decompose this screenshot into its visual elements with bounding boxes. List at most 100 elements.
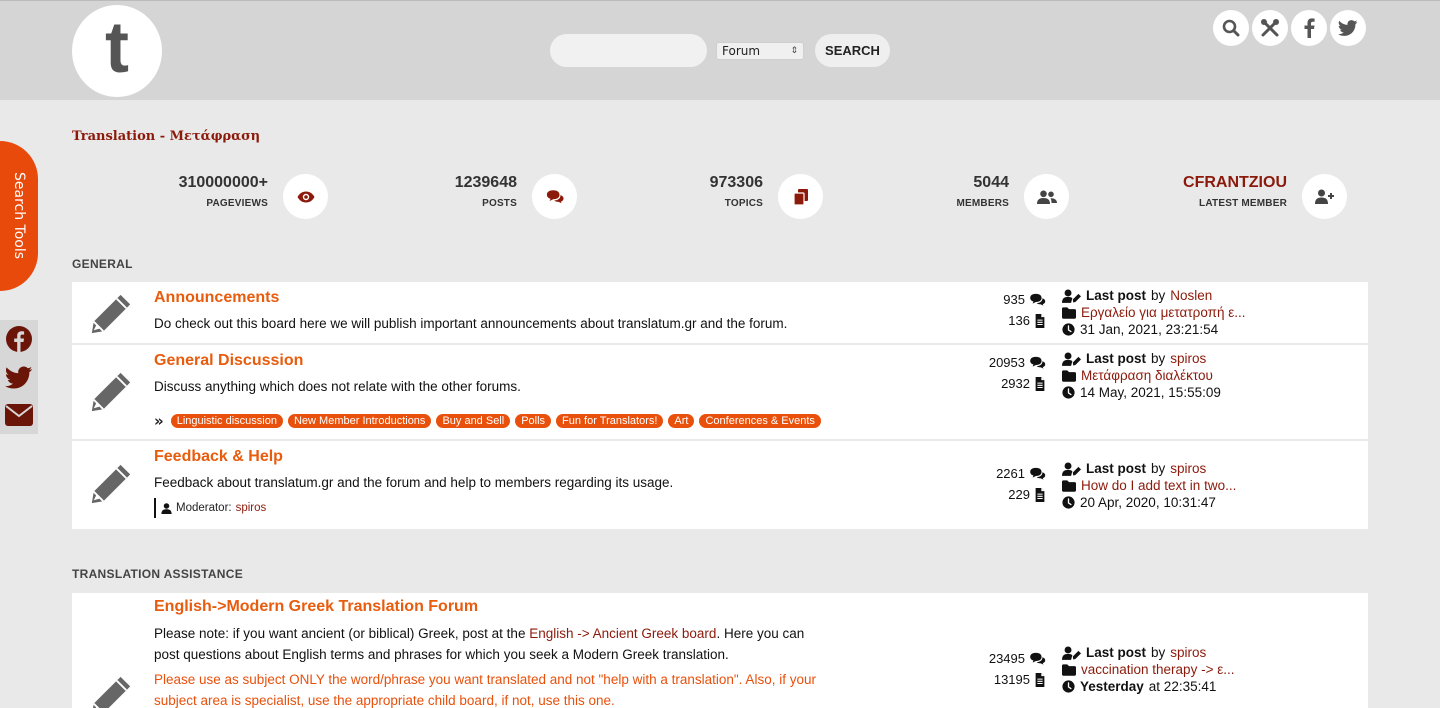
stat-members: 5044 MEMBERS (956, 174, 1069, 219)
ancient-greek-board-link[interactable]: English -> Ancient Greek board (529, 626, 716, 641)
forum-counts: 20953 2932 (972, 355, 1046, 395)
user-edit-icon (1062, 352, 1081, 366)
side-facebook-icon[interactable] (0, 320, 38, 358)
last-post-timestamp: 20 Apr, 2020, 10:31:47 (1080, 495, 1216, 510)
subforum-chip[interactable]: Linguistic discussion (170, 414, 283, 428)
moderator-user[interactable]: spiros (236, 502, 267, 514)
subforum-chip[interactable]: Buy and Sell (436, 414, 511, 428)
moderator-label: Moderator: (176, 502, 232, 514)
last-post-topic-link[interactable]: How do I add text in two... (1081, 478, 1236, 493)
posts-count: 23495 (989, 651, 1046, 666)
comments-icon (1029, 356, 1046, 369)
last-post-timestamp: 31 Jan, 2021, 23:21:54 (1080, 322, 1219, 337)
file-icon (1034, 488, 1046, 502)
subforum-chip[interactable]: Art (668, 414, 695, 428)
forum-row-english-modern-greek: English->Modern Greek Translation Forum … (72, 593, 1368, 708)
last-post-timestamp: 14 May, 2021, 15:55:09 (1080, 385, 1221, 400)
folder-icon (1062, 307, 1076, 319)
search-scope-select[interactable]: Forum ⇕ (716, 42, 804, 60)
users-icon (1024, 174, 1069, 219)
user-edit-icon (1062, 289, 1081, 303)
forum-notice-line-1: Please use as subject ONLY the word/phra… (154, 672, 816, 687)
stat-label: PAGEVIEWS (206, 198, 268, 209)
stat-label: LATEST MEMBER (1199, 198, 1287, 209)
forum-moderator: Moderator: spiros (154, 498, 266, 518)
forum-row-feedback-help: Feedback & Help Feedback about translatu… (72, 441, 1368, 529)
forum-title[interactable]: Announcements (154, 289, 279, 307)
clock-icon (1062, 496, 1075, 509)
clock-icon (1062, 680, 1075, 693)
last-post-user[interactable]: spiros (1170, 461, 1206, 476)
last-post-timestamp: at 22:35:41 (1148, 679, 1217, 694)
last-post-time: Yesterday at 22:35:41 (1062, 678, 1216, 695)
tools-icon[interactable] (1252, 10, 1288, 46)
stat-label: TOPICS (724, 198, 763, 209)
posts-count-value: 23495 (988, 651, 1025, 666)
copy-icon (778, 174, 823, 219)
twitter-icon[interactable] (1330, 10, 1366, 46)
last-post-topic: Μετάφραση διαλέκτου (1062, 367, 1213, 384)
side-twitter-icon[interactable] (0, 358, 38, 396)
subforum-chip[interactable]: Conferences & Events (699, 414, 821, 428)
side-envelope-icon[interactable] (0, 396, 38, 434)
forum-title[interactable]: English->Modern Greek Translation Forum (154, 598, 478, 616)
stat-value: 5044 (973, 174, 1009, 191)
forum-title[interactable]: Feedback & Help (154, 448, 283, 466)
last-post-user[interactable]: spiros (1170, 645, 1206, 660)
pencil-icon (88, 291, 134, 337)
last-post-by: Last post by spiros (1062, 644, 1206, 661)
last-post-topic-link[interactable]: vaccination therapy -> ε... (1081, 662, 1234, 677)
last-post-by: Last post by Noslen (1062, 287, 1212, 304)
topics-count: 13195 (994, 672, 1046, 687)
last-post-time: 20 Apr, 2020, 10:31:47 (1062, 494, 1216, 511)
last-post-topic-link[interactable]: Μετάφραση διαλέκτου (1081, 368, 1213, 383)
subforum-chip[interactable]: New Member Introductions (287, 414, 432, 428)
comments-icon (1029, 652, 1046, 665)
user-icon (161, 503, 172, 514)
posts-count-value: 935 (1003, 292, 1025, 307)
user-edit-icon (1062, 646, 1081, 660)
last-post-label: Last post (1086, 351, 1147, 366)
search-icon[interactable] (1213, 10, 1249, 46)
forum-title[interactable]: General Discussion (154, 352, 303, 370)
by-label: by (1151, 645, 1166, 660)
forum-counts: 935 136 (972, 292, 1046, 332)
last-post-topic-link[interactable]: Εργαλείο για μετατροπή ε... (1081, 305, 1246, 320)
search-button[interactable]: SEARCH (815, 34, 890, 67)
subforum-chip[interactable]: Polls (515, 414, 552, 428)
last-post-topic: Εργαλείο για μετατροπή ε... (1062, 304, 1246, 321)
search-input[interactable] (550, 34, 707, 67)
posts-count: 2261 (996, 466, 1046, 481)
last-post-label: Last post (1086, 288, 1147, 303)
breadcrumb[interactable]: Translation - Μετάφραση (72, 129, 260, 144)
facebook-icon[interactable] (1291, 10, 1327, 46)
subforum-list: » Linguistic discussion New Member Intro… (154, 412, 821, 430)
last-post-user[interactable]: Noslen (1170, 288, 1212, 303)
stat-value: 973306 (709, 174, 763, 191)
last-post-user[interactable]: spiros (1170, 351, 1206, 366)
stat-pageviews: 310000000+ PAGEVIEWS (160, 174, 328, 219)
last-post-topic: vaccination therapy -> ε... (1062, 661, 1234, 678)
subforum-chip[interactable]: Fun for Translators! (556, 414, 664, 428)
by-label: by (1151, 461, 1166, 476)
comments-icon (1029, 293, 1046, 306)
search-tools-label: Search Tools (11, 172, 27, 260)
search-scope-value: Forum (722, 44, 761, 58)
topics-count-value: 13195 (993, 672, 1030, 687)
stat-latest-member: CFRANTZIOU LATEST MEMBER (1183, 174, 1347, 219)
stat-value: 310000000+ (178, 174, 268, 191)
search-tools-tab[interactable]: Search Tools (0, 141, 38, 291)
posts-count-value: 20953 (988, 355, 1025, 370)
forum-description: Do check out this board here we will pub… (154, 316, 788, 331)
topics-count-value: 136 (1008, 313, 1030, 328)
topics-count-value: 229 (1008, 487, 1030, 502)
topics-count-value: 2932 (1001, 376, 1030, 391)
by-label: by (1151, 288, 1166, 303)
site-logo[interactable]: t (72, 5, 162, 97)
stat-topics: 973306 TOPICS (700, 174, 823, 219)
eye-icon (283, 174, 328, 219)
comments-icon (532, 174, 577, 219)
by-label: by (1151, 351, 1166, 366)
file-icon (1034, 377, 1046, 391)
latest-member-link[interactable]: CFRANTZIOU (1183, 174, 1287, 192)
